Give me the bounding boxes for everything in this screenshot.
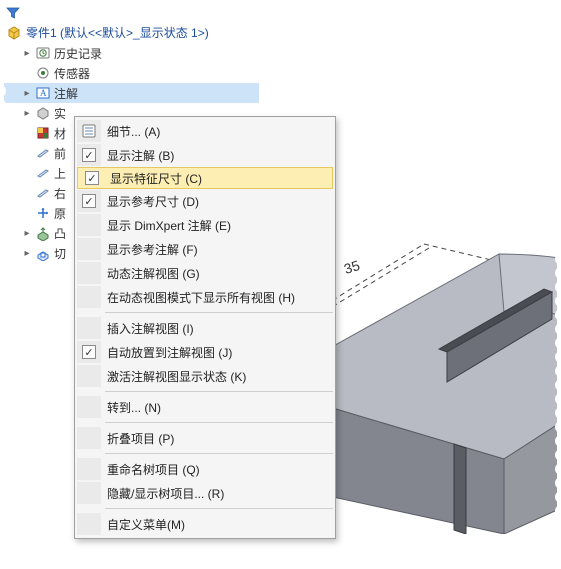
check-icon: ✓ [82,148,96,162]
tree-item-label: 历史记录 [54,45,102,62]
tree-item-label: 注解 [54,85,78,102]
menu-item[interactable]: 显示参考注解 (F) [75,237,335,261]
tree-expander[interactable]: ▸ [22,108,32,119]
menu-item[interactable]: 插入注解视图 (I) [75,316,335,340]
menu-item[interactable]: 折叠项目 (P) [75,426,335,450]
menu-item[interactable]: ✓ 自动放置到注解视图 (J) [75,340,335,364]
menu-item[interactable]: 重命名树项目 (Q) [75,457,335,481]
tree-item-label: 前 [54,145,66,162]
plane-icon [35,165,51,181]
menu-item[interactable]: 细节... (A) [75,119,335,143]
menu-item-label: 在动态视图模式下显示所有视图 (H) [107,289,327,306]
tree-item[interactable]: 传感器 [4,63,259,83]
tree-expander[interactable]: ▸ [22,248,32,259]
origin-icon [35,205,51,221]
plane-icon [35,185,51,201]
menu-item[interactable]: 显示 DimXpert 注解 (E) [75,213,335,237]
tree-root-label: 零件1 (默认<<默认>_显示状态 1>) [26,24,209,41]
menu-item-label: 隐藏/显示树项目... (R) [107,485,327,502]
funnel-icon [6,6,20,20]
history-icon [35,45,51,61]
tree-item[interactable]: ▸ 历史记录 [4,43,259,63]
tree-item-label: 凸 [54,225,66,242]
svg-text:A: A [40,88,47,98]
menu-item-label: 自定义菜单(M) [107,516,327,533]
menu-item-label: 自动放置到注解视图 (J) [107,344,327,361]
sensor-icon [35,65,51,81]
menu-item-label: 显示参考尺寸 (D) [107,193,327,210]
tree-item-label: 传感器 [54,65,90,82]
menu-item-label: 显示参考注解 (F) [107,241,327,258]
check-icon: ✓ [82,194,96,208]
filter-bar[interactable] [4,4,259,22]
tree-item[interactable]: ▸ A 注解 [4,83,259,103]
part-icon [6,25,22,41]
material-icon [35,125,51,141]
menu-item-label: 细节... (A) [107,123,327,140]
menu-item-label: 显示特征尺寸 (C) [110,170,324,187]
tree-root-item[interactable]: 零件1 (默认<<默认>_显示状态 1>) [4,22,259,43]
check-icon: ✓ [85,171,99,185]
menu-item[interactable]: ✓ 显示注解 (B) [75,143,335,167]
menu-separator [105,422,333,423]
menu-item-label: 动态注解视图 (G) [107,265,327,282]
menu-item[interactable]: ✓ 显示特征尺寸 (C) [77,167,333,189]
tree-expander[interactable]: ▸ [22,88,32,99]
tree-item-label: 实 [54,105,66,122]
tree-item-label: 原 [54,205,66,222]
tree-item-label: 材 [54,125,66,142]
extrude-icon [35,225,51,241]
plane-icon [35,145,51,161]
annotations-context-menu: 细节... (A) ✓ 显示注解 (B) ✓ 显示特征尺寸 (C) ✓ 显示参考尺寸 (D)… [74,116,336,539]
tree-expander[interactable]: ▸ [22,48,32,59]
menu-item-label: 激活注解视图显示状态 (K) [107,368,327,385]
tree-expander[interactable]: ▸ [22,228,32,239]
menu-item-label: 折叠项目 (P) [107,430,327,447]
tree-item-label: 右 [54,185,66,202]
menu-item-label: 插入注解视图 (I) [107,320,327,337]
detail-icon [81,123,97,139]
menu-item-label: 重命名树项目 (Q) [107,461,327,478]
menu-item[interactable]: 在动态视图模式下显示所有视图 (H) [75,285,335,309]
tree-item-label: 上 [54,165,66,182]
cut-icon [35,245,51,261]
solid-icon [35,105,51,121]
menu-separator [105,508,333,509]
menu-item[interactable]: 转到... (N) [75,395,335,419]
check-icon: ✓ [82,345,96,359]
tree-item-label: 切 [54,245,66,262]
menu-item[interactable]: 自定义菜单(M) [75,512,335,536]
menu-item-label: 显示 DimXpert 注解 (E) [107,217,327,234]
menu-item-label: 转到... (N) [107,399,327,416]
menu-item-label: 显示注解 (B) [107,147,327,164]
menu-item[interactable]: 隐藏/显示树项目... (R) [75,481,335,505]
menu-item[interactable]: 动态注解视图 (G) [75,261,335,285]
menu-separator [105,453,333,454]
menu-item[interactable]: ✓ 显示参考尺寸 (D) [75,189,335,213]
menu-item[interactable]: 激活注解视图显示状态 (K) [75,364,335,388]
annotation-icon: A [35,85,51,101]
menu-separator [105,312,333,313]
menu-separator [105,391,333,392]
